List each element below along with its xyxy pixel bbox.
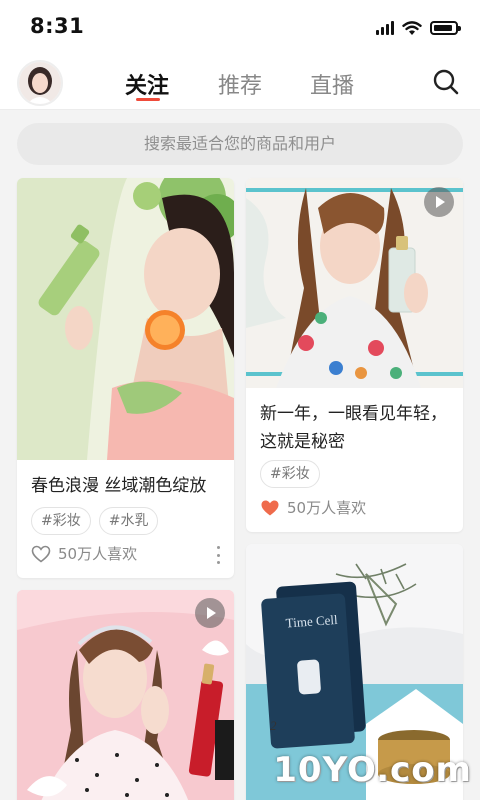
tag-chip[interactable]: #彩妆 xyxy=(260,460,320,488)
top-nav: 关注 推荐 直播 xyxy=(0,56,480,110)
heart-outline-icon[interactable] xyxy=(31,545,51,563)
search-input[interactable]: 搜索最适合您的商品和用户 xyxy=(17,123,463,165)
like-count[interactable]: 50万人喜欢 xyxy=(31,543,137,564)
tab-live[interactable]: 直播 xyxy=(310,68,354,100)
play-video-icon[interactable] xyxy=(424,187,454,217)
feed-card-1[interactable]: 春色浪漫 丝域潮色绽放 #彩妆 #水乳 50万人喜欢 xyxy=(17,178,234,578)
status-icons xyxy=(376,18,461,38)
post-tags: #彩妆 #水乳 xyxy=(31,507,159,535)
post-image xyxy=(17,178,234,460)
status-time: 8:31 xyxy=(30,14,85,38)
tag-chip[interactable]: #彩妆 xyxy=(31,507,91,535)
wifi-icon xyxy=(402,20,422,35)
active-tab-indicator xyxy=(136,98,160,101)
tag-chip[interactable]: #水乳 xyxy=(98,507,159,535)
search-icon[interactable] xyxy=(432,68,460,96)
status-bar: 8:31 xyxy=(0,0,480,56)
heart-filled-icon[interactable] xyxy=(260,499,280,517)
battery-icon xyxy=(430,21,461,35)
like-count-text: 50万人喜欢 xyxy=(58,545,138,563)
play-video-icon[interactable] xyxy=(195,598,225,628)
post-tags: #彩妆 xyxy=(260,460,320,488)
feed-card-2[interactable]: 新一年，一眼看见年轻，这就是秘密 #彩妆 50万人喜欢 xyxy=(246,178,463,532)
user-avatar[interactable] xyxy=(17,60,63,106)
svg-text:2: 2 xyxy=(270,718,277,733)
post-title: 春色浪漫 丝域潮色绽放 xyxy=(31,476,207,496)
tab-recommended[interactable]: 推荐 xyxy=(218,68,262,100)
like-count[interactable]: 50万人喜欢 xyxy=(260,497,366,518)
feed-card-3[interactable] xyxy=(17,590,234,800)
tab-following[interactable]: 关注 xyxy=(125,68,169,100)
watermark-logo: 10YO.com xyxy=(273,750,472,790)
more-options-icon[interactable] xyxy=(214,546,222,564)
like-count-text: 50万人喜欢 xyxy=(287,499,367,517)
post-title: 新一年，一眼看见年轻，这就是秘密 xyxy=(260,404,447,452)
cellular-signal-icon xyxy=(376,21,394,35)
